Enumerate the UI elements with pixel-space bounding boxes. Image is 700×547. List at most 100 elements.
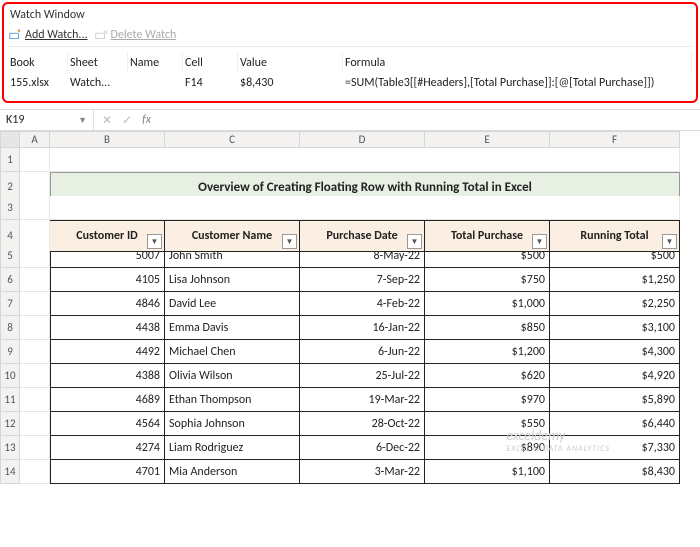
row-header[interactable]: 7 [0,292,20,316]
ww-hdr-book[interactable]: Book [8,53,68,73]
ww-cell-formula[interactable]: =SUM(Table3[[#Headers],[Total Purchase]]… [343,73,692,93]
name-box[interactable]: K19 ▼ [0,110,94,130]
table-cell[interactable]: 3-Mar-22 [300,460,425,484]
cell[interactable] [20,460,50,484]
row-header[interactable]: 1 [0,148,20,172]
ww-cell-book[interactable]: 155.xlsx [8,73,68,93]
ww-cell-name[interactable] [128,73,183,93]
filter-dropdown-icon[interactable]: ▼ [532,234,547,249]
row-header[interactable]: 10 [0,364,20,388]
table-cell[interactable]: $1,200 [425,340,550,364]
table-cell[interactable]: 25-Jul-22 [300,364,425,388]
table-cell[interactable]: $2,250 [550,292,680,316]
table-cell[interactable]: $5,890 [550,388,680,412]
table-cell[interactable]: Sophia Johnson [165,412,300,436]
cell[interactable] [20,436,50,460]
table-cell[interactable]: Ethan Thompson [165,388,300,412]
cell[interactable] [20,268,50,292]
ww-cell-sheet[interactable]: Watch... [68,73,128,93]
cell[interactable] [20,412,50,436]
table-cell[interactable]: Lisa Johnson [165,268,300,292]
table-cell[interactable]: $620 [425,364,550,388]
row-header[interactable]: 14 [0,460,20,484]
fx-icon[interactable]: fx [142,113,151,127]
filter-dropdown-icon[interactable]: ▼ [662,234,677,249]
table-cell[interactable]: 7-Sep-22 [300,268,425,292]
cell[interactable] [50,148,680,172]
table-cell[interactable]: 4564 [50,412,165,436]
table-cell[interactable]: $4,300 [550,340,680,364]
table-cell[interactable]: $1,100 [425,460,550,484]
ww-hdr-name[interactable]: Name [128,53,183,73]
cell[interactable] [20,316,50,340]
table-cell[interactable]: $750 [425,268,550,292]
row-header[interactable]: 3 [0,196,20,220]
col-header[interactable]: C [165,131,300,148]
table-cell[interactable]: $550 [425,412,550,436]
table-cell[interactable]: 4438 [50,316,165,340]
table-cell[interactable]: Liam Rodriguez [165,436,300,460]
row-header[interactable]: 5 [0,244,20,268]
table-cell[interactable]: $3,100 [550,316,680,340]
cell[interactable] [20,364,50,388]
table-cell[interactable]: 4492 [50,340,165,364]
th-running-total[interactable]: Running Total▼ [550,220,680,252]
filter-dropdown-icon[interactable]: ▼ [147,234,162,249]
table-cell[interactable]: 28-Oct-22 [300,412,425,436]
col-header[interactable]: A [20,131,50,148]
cell[interactable] [20,244,50,268]
col-header[interactable]: F [550,131,680,148]
row-header[interactable]: 13 [0,436,20,460]
table-cell[interactable]: $4,920 [550,364,680,388]
th-customer-name[interactable]: Customer Name▼ [165,220,300,252]
table-cell[interactable]: 4274 [50,436,165,460]
table-cell[interactable]: 4388 [50,364,165,388]
table-cell[interactable]: $8,430 [550,460,680,484]
col-header[interactable]: E [425,131,550,148]
ww-hdr-value[interactable]: Value [238,53,343,73]
row-header[interactable]: 11 [0,388,20,412]
col-header[interactable]: B [50,131,165,148]
table-cell[interactable]: 16-Jan-22 [300,316,425,340]
table-cell[interactable]: $7,330 [550,436,680,460]
th-customer-id[interactable]: Customer ID▼ [50,220,165,252]
th-total-purchase[interactable]: Total Purchase▼ [425,220,550,252]
table-cell[interactable]: $1,000 [425,292,550,316]
ww-cell-cell[interactable]: F14 [183,73,238,93]
row-header[interactable]: 8 [0,316,20,340]
table-cell[interactable]: 4689 [50,388,165,412]
table-cell[interactable]: 4846 [50,292,165,316]
row-header[interactable]: 9 [0,340,20,364]
ww-cell-value[interactable]: $8,430 [238,73,343,93]
table-cell[interactable]: $890 [425,436,550,460]
filter-dropdown-icon[interactable]: ▼ [282,234,297,249]
table-cell[interactable]: Emma Davis [165,316,300,340]
table-cell[interactable]: $850 [425,316,550,340]
cell[interactable] [20,340,50,364]
row-header[interactable]: 12 [0,412,20,436]
table-cell[interactable]: 19-Mar-22 [300,388,425,412]
cell[interactable] [20,388,50,412]
cell[interactable] [20,196,50,220]
table-cell[interactable]: Michael Chen [165,340,300,364]
table-cell[interactable]: Mia Anderson [165,460,300,484]
cell[interactable] [20,148,50,172]
formula-input[interactable] [159,113,700,127]
table-cell[interactable]: 6-Dec-22 [300,436,425,460]
table-cell[interactable]: 4105 [50,268,165,292]
cell[interactable] [20,292,50,316]
col-header[interactable]: D [300,131,425,148]
cell[interactable] [50,196,680,220]
filter-dropdown-icon[interactable]: ▼ [407,234,422,249]
ww-hdr-formula[interactable]: Formula [343,53,692,73]
add-watch-button[interactable]: Add Watch... [8,28,88,42]
ww-hdr-sheet[interactable]: Sheet [68,53,128,73]
table-cell[interactable]: 6-Jun-22 [300,340,425,364]
name-box-caret-icon[interactable]: ▼ [78,115,87,126]
table-cell[interactable]: Olivia Wilson [165,364,300,388]
table-cell[interactable]: $970 [425,388,550,412]
table-cell[interactable]: $1,250 [550,268,680,292]
row-header[interactable]: 6 [0,268,20,292]
th-purchase-date[interactable]: Purchase Date▼ [300,220,425,252]
select-all-triangle[interactable] [0,131,20,148]
